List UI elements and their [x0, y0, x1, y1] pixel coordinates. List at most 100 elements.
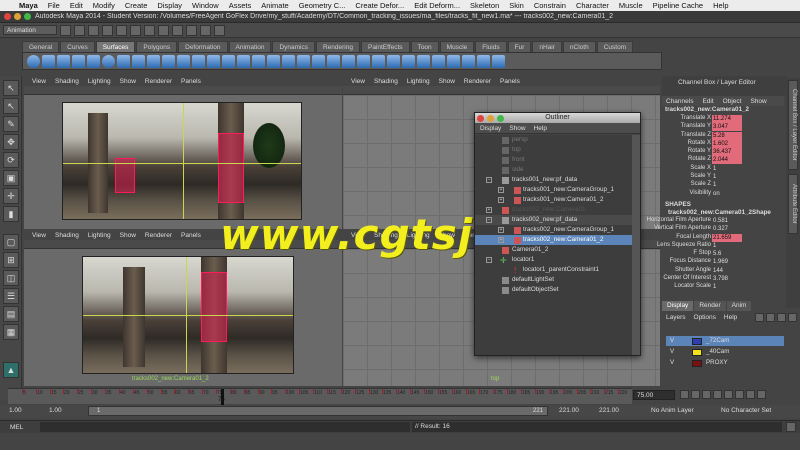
menu-geometry-cache[interactable]: Geometry C...: [294, 1, 351, 10]
rotate-tool-icon[interactable]: ⟳: [3, 152, 19, 168]
shelf-tab-painteffects[interactable]: PaintEffects: [360, 41, 410, 52]
vp-menu-show[interactable]: Show: [439, 78, 455, 85]
vp-menu-show[interactable]: Show: [120, 78, 136, 85]
nurbs-sphere-icon[interactable]: [27, 54, 40, 68]
channel-value[interactable]: 2.044: [712, 156, 742, 165]
shelf-tab-fluids[interactable]: Fluids: [475, 41, 507, 52]
channel-row[interactable]: Rotate X 1.602: [662, 139, 784, 148]
revolve-icon[interactable]: [117, 54, 130, 68]
command-language-label[interactable]: MEL: [10, 424, 23, 431]
birail-icon[interactable]: [177, 54, 190, 68]
expand-icon[interactable]: +: [498, 197, 504, 203]
layer-menu-layers[interactable]: Layers: [666, 314, 686, 321]
menu-pipeline-cache[interactable]: Pipeline Cache: [648, 1, 708, 10]
play-backward-icon[interactable]: [713, 390, 722, 399]
outliner-menu-show[interactable]: Show: [509, 125, 525, 132]
expand-icon[interactable]: +: [498, 237, 504, 243]
current-frame-field[interactable]: 75.00: [633, 390, 675, 400]
outliner-item[interactable]: − ✛ locator1: [475, 255, 633, 265]
vp-menu-renderer[interactable]: Renderer: [145, 78, 172, 85]
vp-menu-view[interactable]: View: [32, 232, 46, 239]
outliner-title-bar[interactable]: Outliner: [475, 113, 640, 123]
outliner-item[interactable]: + tracks001_new:Camera01_2: [475, 195, 633, 205]
outliner-window[interactable]: Outliner Display Show Help persp top fro…: [474, 112, 641, 356]
select-tool-icon[interactable]: ↖: [3, 80, 19, 96]
channel-value[interactable]: 5.28: [712, 131, 742, 140]
channel-value[interactable]: 3.798: [712, 275, 742, 283]
layer-color-swatch[interactable]: [692, 348, 702, 356]
channel-value[interactable]: 1.969: [712, 258, 742, 266]
bevel-icon[interactable]: [222, 54, 235, 68]
character-set-dropdown[interactable]: No Character Set: [718, 406, 790, 416]
extrude-icon[interactable]: [162, 54, 175, 68]
command-input[interactable]: [40, 422, 410, 432]
snap-point-icon[interactable]: [172, 24, 183, 36]
vp-menu-panels[interactable]: Panels: [181, 232, 201, 239]
channel-row[interactable]: Translate X 11.274: [662, 115, 784, 123]
rebuild-icon[interactable]: [417, 54, 430, 68]
open-scene-icon[interactable]: [74, 24, 85, 36]
outliner-item[interactable]: defaultLightSet: [475, 275, 633, 285]
move-layer-up-icon[interactable]: [777, 312, 787, 322]
channel-row[interactable]: Scale Z1: [662, 181, 784, 189]
outliner-item[interactable]: + tracks002_new:Camera01: [475, 205, 633, 215]
zoom-icon[interactable]: [497, 114, 504, 122]
new-layer-selected-icon[interactable]: [766, 312, 776, 322]
collapse-icon[interactable]: −: [486, 257, 492, 263]
cb-menu-show[interactable]: Show: [750, 98, 766, 105]
minimize-icon[interactable]: [487, 114, 494, 122]
expand-icon[interactable]: +: [498, 187, 504, 193]
channel-value[interactable]: 0.581: [712, 217, 742, 225]
move-tool-icon[interactable]: ✥: [3, 134, 19, 150]
outliner-scrollbar[interactable]: [632, 135, 640, 355]
channel-row[interactable]: Rotate Z 2.044: [662, 156, 784, 165]
save-scene-icon[interactable]: [88, 24, 99, 36]
layout-hypershade-icon[interactable]: ▦: [3, 324, 19, 340]
vp-menu-view[interactable]: View: [32, 78, 46, 85]
channel-row[interactable]: Scale X1: [662, 165, 784, 173]
collapse-icon[interactable]: −: [486, 177, 492, 183]
loft-icon[interactable]: [132, 54, 145, 68]
vp-menu-view[interactable]: View: [351, 78, 365, 85]
new-scene-icon[interactable]: [60, 24, 71, 36]
shelf-tab-deformation[interactable]: Deformation: [178, 41, 228, 52]
select-hierarchy-icon[interactable]: [102, 24, 113, 36]
snap-curve-icon[interactable]: [158, 24, 169, 36]
minimize-icon[interactable]: [14, 13, 21, 20]
menu-animate[interactable]: Animate: [256, 1, 294, 10]
nurbs-cylinder-icon[interactable]: [57, 54, 70, 68]
detach-icon[interactable]: [327, 54, 340, 68]
render-icon[interactable]: [186, 24, 197, 36]
channel-value[interactable]: 21.659: [712, 233, 742, 242]
channel-row[interactable]: Visibility on: [662, 190, 784, 198]
select-object-icon[interactable]: [116, 24, 127, 36]
nurbs-torus-icon[interactable]: [102, 54, 115, 68]
channel-row[interactable]: Locator Scale 1: [662, 283, 784, 291]
fillet-icon[interactable]: [462, 54, 475, 68]
shelf-tab-animation[interactable]: Animation: [228, 41, 272, 52]
channel-value[interactable]: 11.274: [712, 115, 742, 123]
sculpt-icon[interactable]: [447, 54, 460, 68]
crease-icon[interactable]: [492, 54, 505, 68]
outliner-item-front[interactable]: front: [475, 155, 633, 165]
vp-menu-renderer[interactable]: Renderer: [464, 78, 491, 85]
shelf-tab-surfaces[interactable]: Surfaces: [95, 41, 136, 52]
range-slider[interactable]: 1 221: [88, 406, 548, 416]
nurbs-cube-icon[interactable]: [42, 54, 55, 68]
layer-menu-help[interactable]: Help: [724, 314, 737, 321]
viewport-top-left[interactable]: View Shading Lighting Show Renderer Pane…: [24, 76, 342, 229]
layout-two-icon[interactable]: ◫: [3, 270, 19, 286]
channel-value[interactable]: 3.047: [712, 123, 742, 132]
vp-menu-shading[interactable]: Shading: [55, 78, 79, 85]
square-icon[interactable]: [207, 54, 220, 68]
menu-create[interactable]: Create: [120, 1, 153, 10]
lasso-tool-icon[interactable]: ↖: [3, 98, 19, 114]
channel-value[interactable]: 1: [712, 165, 742, 173]
channel-value[interactable]: 0.327: [712, 225, 742, 233]
go-to-end-icon[interactable]: [757, 390, 766, 399]
menu-modify[interactable]: Modify: [88, 1, 120, 10]
outliner-menu-display[interactable]: Display: [480, 125, 501, 132]
outliner-item-top[interactable]: top: [475, 145, 633, 155]
menu-window[interactable]: Window: [187, 1, 224, 10]
layer-color-swatch[interactable]: [692, 337, 702, 345]
